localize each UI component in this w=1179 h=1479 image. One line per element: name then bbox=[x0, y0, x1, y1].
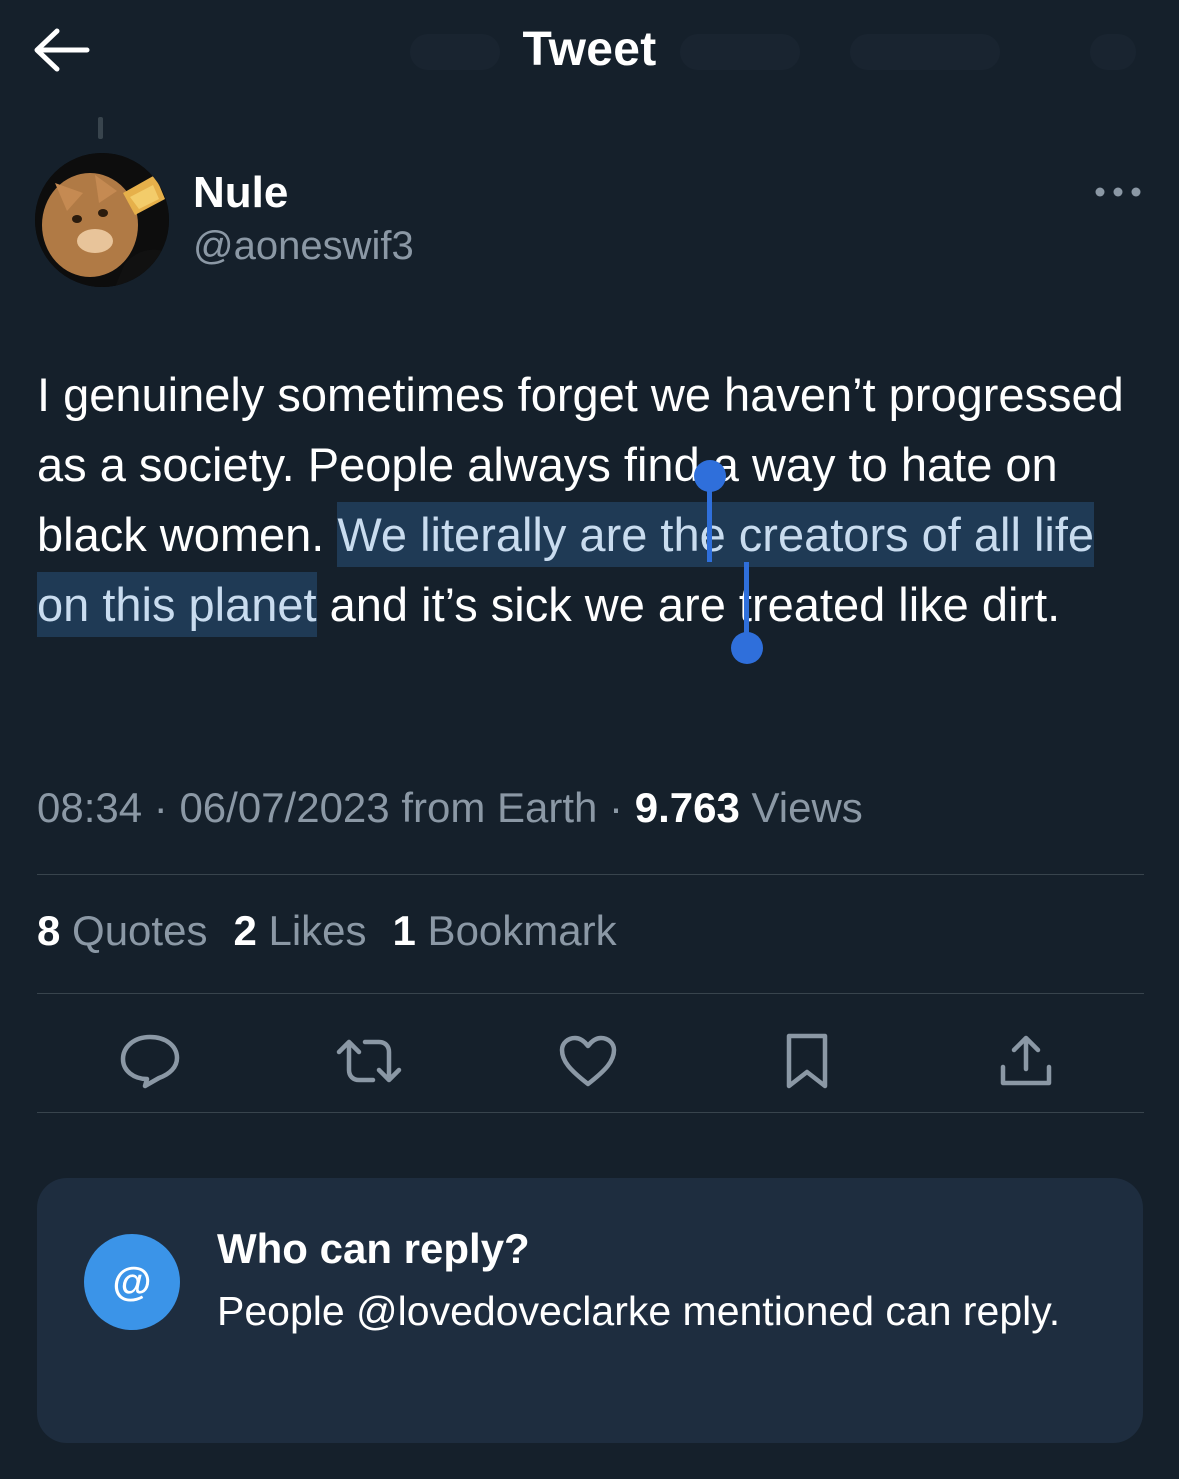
bookmarks-count: 1 bbox=[392, 907, 416, 954]
share-icon bbox=[1000, 1035, 1052, 1086]
reply-icon bbox=[120, 1034, 180, 1089]
selection-start-caret bbox=[707, 480, 712, 562]
views-label: Views bbox=[739, 784, 863, 831]
reply-button[interactable] bbox=[115, 1026, 185, 1096]
tweet-meta: 08:34 · 06/07/2023 from Earth · 9.763 Vi… bbox=[37, 784, 863, 832]
quotes-label: Quotes bbox=[60, 907, 208, 954]
likes-label: Likes bbox=[256, 907, 367, 954]
meta-separator: · bbox=[597, 784, 635, 831]
quotes-count: 8 bbox=[37, 907, 61, 954]
who-can-reply-card: @ Who can reply? People @lovedoveclarke … bbox=[37, 1178, 1143, 1443]
bookmarks-label: Bookmark bbox=[415, 907, 617, 954]
bookmark-icon bbox=[786, 1033, 828, 1089]
bookmarks-stat[interactable]: 1 Bookmark bbox=[393, 907, 617, 955]
cat-avatar-image bbox=[35, 153, 169, 287]
bookmark-button[interactable] bbox=[772, 1026, 842, 1096]
tweet-source: from Earth bbox=[389, 784, 598, 831]
tweet-date: 06/07/2023 bbox=[179, 784, 390, 831]
retweet-button[interactable] bbox=[334, 1026, 404, 1096]
share-button[interactable] bbox=[991, 1026, 1061, 1096]
divider bbox=[37, 993, 1144, 994]
views-count[interactable]: 9.763 bbox=[635, 784, 740, 831]
tweet-time: 08:34 bbox=[37, 784, 143, 831]
retweet-icon bbox=[336, 1039, 402, 1083]
quotes-stat[interactable]: 8 Quotes bbox=[37, 907, 207, 955]
at-sign-icon: @ bbox=[84, 1234, 180, 1330]
tweet-text[interactable]: I genuinely sometimes forget we haven’t … bbox=[37, 360, 1147, 640]
tweet-text-after: and it’s sick we are treated like dirt. bbox=[316, 578, 1061, 631]
heart-icon bbox=[559, 1035, 617, 1087]
tweet-page: Tweet Nule @aoneswif3 I genuinely someti… bbox=[0, 0, 1179, 1479]
ellipsis-icon bbox=[1095, 187, 1141, 197]
meta-separator: · bbox=[142, 784, 180, 831]
engagement-stats: 8 Quotes 2 Likes 1 Bookmark bbox=[37, 907, 617, 955]
divider bbox=[37, 1112, 1144, 1113]
avatar[interactable] bbox=[35, 153, 169, 287]
page-title: Tweet bbox=[522, 23, 657, 76]
thread-connector-line bbox=[98, 117, 103, 139]
likes-count: 2 bbox=[233, 907, 257, 954]
more-options-button[interactable] bbox=[1090, 172, 1146, 212]
like-button[interactable] bbox=[553, 1026, 623, 1096]
likes-stat[interactable]: 2 Likes bbox=[233, 907, 366, 955]
who-can-reply-body: People @lovedoveclarke mentioned can rep… bbox=[217, 1288, 1061, 1334]
author-name[interactable]: Nule bbox=[193, 168, 288, 218]
author-handle[interactable]: @aoneswif3 bbox=[193, 224, 414, 269]
who-can-reply-title: Who can reply? bbox=[217, 1225, 530, 1272]
header: Tweet bbox=[0, 0, 1179, 100]
divider bbox=[37, 874, 1144, 875]
selection-end-handle[interactable] bbox=[731, 632, 763, 664]
